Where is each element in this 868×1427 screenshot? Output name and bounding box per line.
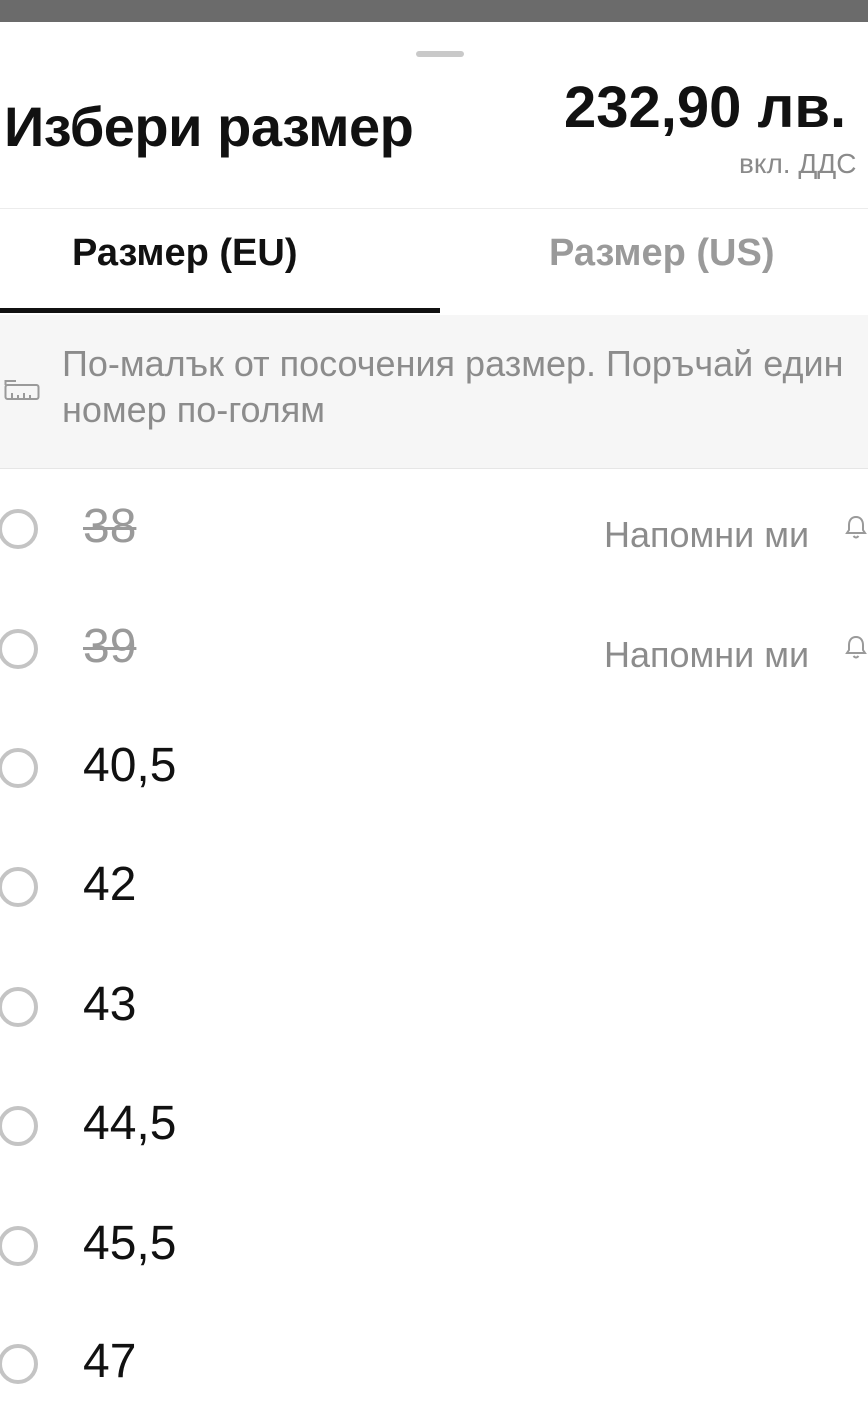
- size-label: 45,5: [83, 1217, 177, 1270]
- radio-button[interactable]: [0, 867, 38, 907]
- size-option[interactable]: 45,5: [0, 1187, 868, 1287]
- notify-me-link[interactable]: Напомни ми: [604, 634, 809, 676]
- notify-me-link[interactable]: Напомни ми: [604, 514, 809, 556]
- size-label: 47: [83, 1335, 137, 1388]
- fit-notice-text: По-малък от посочения размер. Поръчай ед…: [62, 343, 844, 430]
- tab-size-us[interactable]: Размер (US): [549, 232, 775, 275]
- size-option[interactable]: 40,5: [0, 709, 868, 809]
- size-option[interactable]: 43: [0, 948, 868, 1048]
- radio-button[interactable]: [0, 748, 38, 788]
- bell-icon[interactable]: [844, 514, 868, 542]
- ruler-icon: [4, 380, 40, 400]
- size-label: 42: [83, 858, 137, 911]
- bell-icon[interactable]: [844, 634, 868, 662]
- size-option[interactable]: 39 Напомни ми: [0, 590, 868, 690]
- price-vat-note: вкл. ДДС: [739, 148, 857, 179]
- radio-button[interactable]: [0, 1226, 38, 1266]
- size-option[interactable]: 38 Напомни ми: [0, 470, 868, 570]
- fit-notice: По-малък от посочения размер. Поръчай ед…: [0, 315, 868, 469]
- background-overlay: [0, 0, 868, 22]
- size-label: 43: [83, 978, 137, 1031]
- radio-button[interactable]: [0, 629, 38, 669]
- tab-size-eu[interactable]: Размер (EU): [72, 232, 298, 275]
- sheet-grabber-handle[interactable]: [416, 51, 464, 57]
- size-label: 40,5: [83, 739, 177, 792]
- size-label: 39: [83, 620, 137, 673]
- sheet-title: Избери размер: [4, 95, 414, 158]
- radio-button[interactable]: [0, 987, 38, 1027]
- size-picker-sheet: Избери размер 232,90 лв. вкл. ДДС Размер…: [0, 22, 868, 1427]
- size-label: 44,5: [83, 1097, 177, 1150]
- size-option[interactable]: 47: [0, 1305, 868, 1405]
- radio-button[interactable]: [0, 509, 38, 549]
- radio-button[interactable]: [0, 1106, 38, 1146]
- product-price: 232,90 лв.: [564, 75, 847, 140]
- header-divider: [0, 208, 868, 209]
- size-option[interactable]: 42: [0, 828, 868, 928]
- active-tab-indicator: [0, 308, 440, 313]
- size-label: 38: [83, 500, 137, 553]
- size-option[interactable]: 44,5: [0, 1067, 868, 1167]
- radio-button[interactable]: [0, 1344, 38, 1384]
